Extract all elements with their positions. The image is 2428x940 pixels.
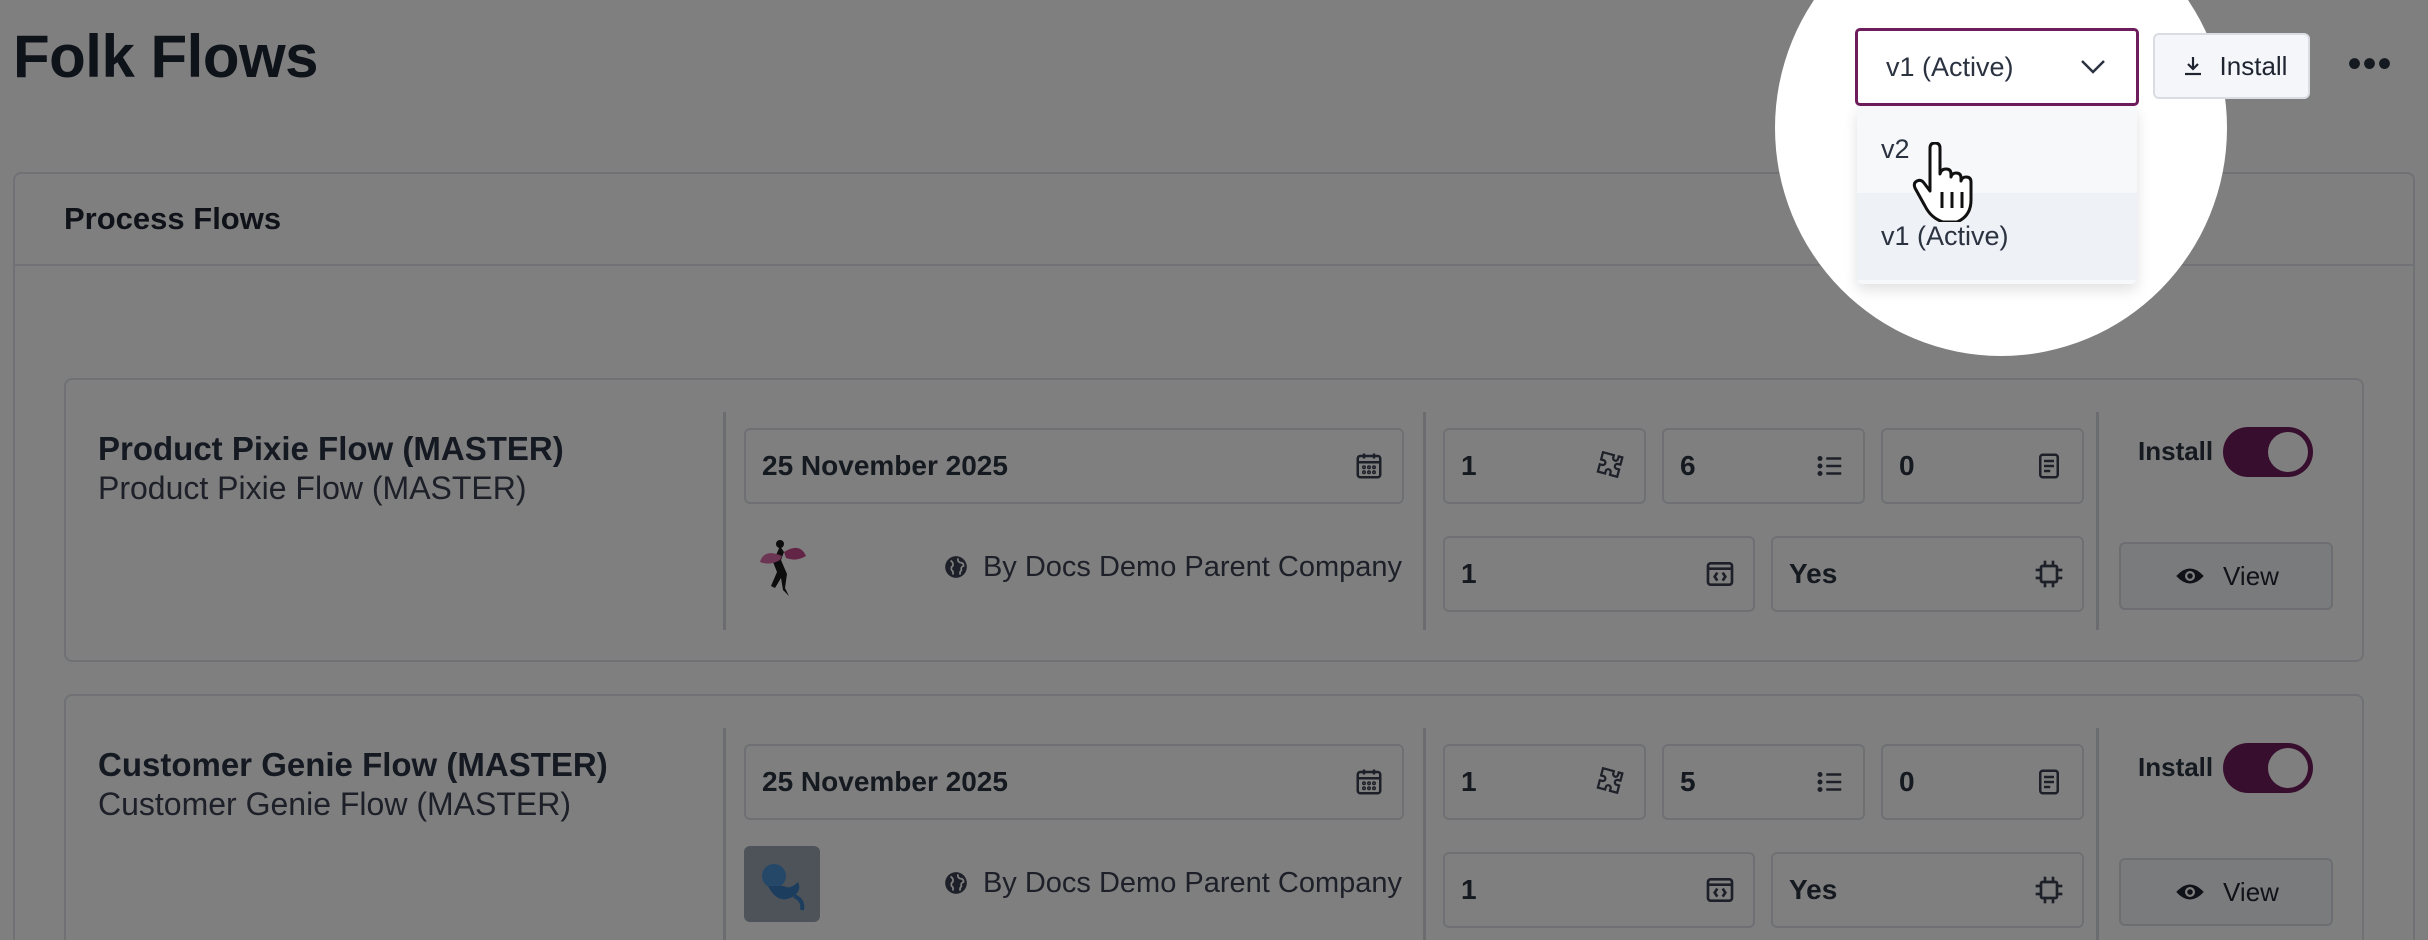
- docs-stat: 0: [1881, 744, 2084, 820]
- flow-card: Product Pixie Flow (MASTER) Product Pixi…: [64, 378, 2364, 662]
- version-option[interactable]: v2: [1857, 106, 2137, 193]
- divider: [2096, 728, 2099, 940]
- list-icon: [1813, 765, 1847, 799]
- date-field: 25 November 2025: [744, 744, 1404, 820]
- code-window-icon: [1703, 873, 1737, 907]
- install-button[interactable]: Install: [2153, 33, 2310, 99]
- eye-icon: [2173, 559, 2207, 593]
- flow-name: Product Pixie Flow (MASTER): [98, 430, 564, 467]
- modules-stat: 1: [1443, 428, 1646, 504]
- modules-stat: 1: [1443, 744, 1646, 820]
- byline-text: By Docs Demo Parent Company: [982, 550, 1402, 583]
- view-button[interactable]: View: [2119, 858, 2333, 926]
- steps-count: 5: [1680, 766, 1696, 797]
- flow-subtitle: Customer Genie Flow (MASTER): [98, 786, 571, 822]
- docs-count: 0: [1899, 450, 1915, 481]
- docs-count: 0: [1899, 766, 1915, 797]
- calendar-icon: [1352, 765, 1386, 799]
- install-toggle[interactable]: [2223, 743, 2313, 793]
- flow-avatar: [744, 846, 820, 922]
- chip-icon: [2032, 873, 2066, 907]
- code-stat: 1: [1443, 852, 1755, 928]
- page-title: Folk Flows: [13, 23, 319, 90]
- flow-name: Customer Genie Flow (MASTER): [98, 746, 608, 783]
- install-label: Install: [2219, 50, 2288, 81]
- chevron-down-icon: [2078, 52, 2108, 82]
- date-value: 25 November 2025: [762, 450, 1008, 481]
- flow-avatar: [744, 530, 820, 606]
- panel-title: Process Flows: [64, 201, 282, 236]
- chip-icon: [2032, 557, 2066, 591]
- view-label: View: [2223, 876, 2279, 907]
- code-stat: 1: [1443, 536, 1755, 612]
- code-count: 1: [1461, 874, 1477, 905]
- view-button[interactable]: View: [2119, 542, 2333, 610]
- more-options-button[interactable]: •••: [2348, 44, 2392, 84]
- byline: By Docs Demo Parent Company: [939, 866, 1402, 900]
- globe-icon: [939, 866, 973, 900]
- docs-stat: 0: [1881, 428, 2084, 504]
- code-count: 1: [1461, 558, 1477, 589]
- version-dropdown: v2 v1 (Active): [1857, 106, 2137, 284]
- calendar-icon: [1352, 449, 1386, 483]
- byline-text: By Docs Demo Parent Company: [982, 866, 1402, 899]
- list-icon: [1813, 449, 1847, 483]
- divider: [2096, 412, 2099, 630]
- version-select-value: v1 (Active): [1886, 51, 2014, 82]
- version-select[interactable]: v1 (Active): [1855, 28, 2139, 106]
- document-icon: [2032, 765, 2066, 799]
- divider: [1423, 412, 1426, 630]
- hand-cursor-icon: [1912, 141, 1980, 224]
- install-toggle[interactable]: [2223, 427, 2313, 477]
- date-value: 25 November 2025: [762, 766, 1008, 797]
- globe-icon: [939, 550, 973, 584]
- flow-card: Customer Genie Flow (MASTER) Customer Ge…: [64, 694, 2364, 940]
- flow-subtitle: Product Pixie Flow (MASTER): [98, 470, 527, 506]
- compiled-value: Yes: [1789, 558, 1838, 589]
- divider: [723, 728, 726, 940]
- modules-count: 1: [1461, 450, 1477, 481]
- download-icon: [2176, 49, 2210, 83]
- divider: [1423, 728, 1426, 940]
- compiled-value: Yes: [1789, 874, 1838, 905]
- install-toggle-label: Install: [2138, 436, 2214, 466]
- install-toggle-label: Install: [2138, 752, 2214, 782]
- compiled-stat: Yes: [1771, 852, 2084, 928]
- date-field: 25 November 2025: [744, 428, 1404, 504]
- puzzle-icon: [1594, 449, 1628, 483]
- steps-count: 6: [1680, 450, 1696, 481]
- modules-count: 1: [1461, 766, 1477, 797]
- compiled-stat: Yes: [1771, 536, 2084, 612]
- steps-stat: 6: [1662, 428, 1865, 504]
- code-window-icon: [1703, 557, 1737, 591]
- steps-stat: 5: [1662, 744, 1865, 820]
- byline: By Docs Demo Parent Company: [939, 550, 1402, 584]
- eye-icon: [2173, 875, 2207, 909]
- document-icon: [2032, 449, 2066, 483]
- toggle-knob: [2268, 748, 2308, 788]
- divider: [723, 412, 726, 630]
- puzzle-icon: [1594, 765, 1628, 799]
- version-option[interactable]: v1 (Active): [1857, 193, 2137, 280]
- view-label: View: [2223, 560, 2279, 591]
- toggle-knob: [2268, 432, 2308, 472]
